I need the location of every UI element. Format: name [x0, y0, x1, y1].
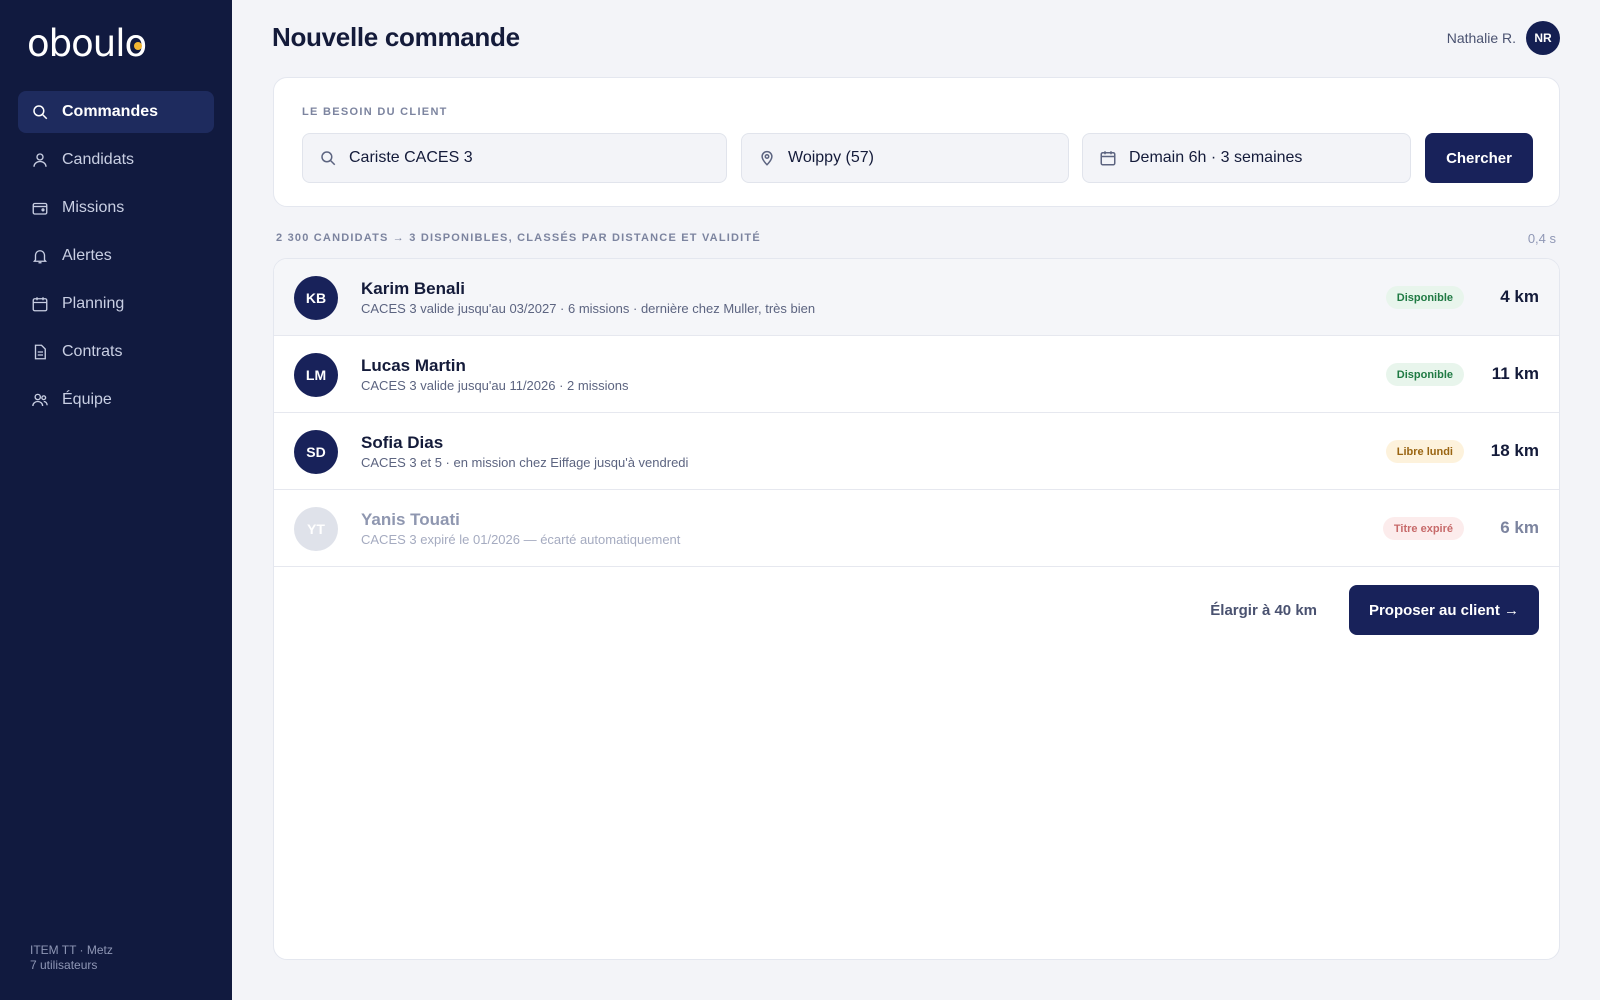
page-title: Nouvelle commande	[272, 22, 520, 52]
candidate-row[interactable]: YT Yanis Touati CACES 3 expiré le 01/202…	[274, 490, 1559, 567]
results-summary: 2 300 CANDIDATS → 3 DISPONIBLES, CLASSÉS…	[276, 232, 761, 244]
sidebar-item-label: Planning	[62, 295, 125, 312]
candidate-distance: 6 km	[1500, 518, 1539, 537]
wallet-icon	[31, 199, 49, 217]
calendar-icon	[31, 295, 49, 313]
sidebar-item-commandes[interactable]: Commandes	[18, 91, 214, 133]
sidebar-item-label: Commandes	[62, 103, 159, 120]
job-search-field[interactable]: Cariste CACES 3	[302, 133, 727, 183]
avatar[interactable]: NR	[1526, 21, 1560, 55]
candidate-detail: CACES 3 valide jusqu'au 03/2027 · 6 miss…	[361, 301, 816, 316]
search-icon	[31, 103, 49, 121]
sidebar-item-alertes[interactable]: Alertes	[18, 235, 214, 277]
sidebar-item-candidats[interactable]: Candidats	[18, 139, 214, 181]
user-count: 7 utilisateurs	[30, 958, 98, 972]
sidebar-item-label: Candidats	[62, 151, 135, 168]
calendar-icon	[1099, 148, 1119, 168]
candidate-detail: CACES 3 et 5 · en mission chez Eiffage j…	[361, 455, 689, 470]
bell-icon	[31, 247, 49, 265]
candidate-detail: CACES 3 expiré le 01/2026 — écarté autom…	[361, 532, 681, 547]
schedule-value[interactable]: Demain 6h · 3 semaines	[1129, 149, 1302, 167]
status-badge: Libre lundi	[1385, 440, 1464, 463]
brand-logo[interactable]: oboulo	[27, 22, 154, 65]
propose-to-client-button[interactable]: Proposer au client →	[1349, 585, 1539, 635]
status-badge: Disponible	[1385, 286, 1464, 309]
search-panel-label: LE BESOIN DU CLIENT	[302, 106, 448, 118]
sidebar-item-label: Contrats	[62, 343, 123, 360]
agency-name: ITEM TT · Metz	[30, 943, 113, 957]
sidebar-item-label: Alertes	[62, 247, 112, 264]
candidate-row[interactable]: KB Karim Benali CACES 3 valide jusqu'au …	[274, 259, 1559, 336]
agency-info: ITEM TT · Metz 7 utilisateurs	[30, 943, 113, 973]
candidate-avatar: LM	[294, 353, 338, 397]
candidate-distance: 18 km	[1490, 441, 1539, 460]
candidate-name[interactable]: Karim Benali	[361, 279, 465, 299]
location-pin-icon	[758, 148, 778, 168]
person-icon	[31, 151, 49, 169]
candidate-name[interactable]: Lucas Martin	[361, 356, 466, 376]
widen-radius-button[interactable]: Élargir à 40 km	[1210, 602, 1317, 619]
results-list: KB Karim Benali CACES 3 valide jusqu'au …	[273, 258, 1560, 960]
document-icon	[31, 343, 49, 361]
user-menu[interactable]: Nathalie R. NR	[1447, 21, 1560, 55]
location-field[interactable]: Woippy (57)	[741, 133, 1069, 183]
job-search-value[interactable]: Cariste CACES 3	[349, 149, 473, 167]
sidebar-item-missions[interactable]: Missions	[18, 187, 214, 229]
candidate-name[interactable]: Yanis Touati	[361, 510, 460, 530]
location-value[interactable]: Woippy (57)	[788, 149, 874, 167]
sidebar-item-label: Équipe	[62, 391, 112, 408]
sidebar-item-label: Missions	[62, 199, 125, 216]
search-panel: LE BESOIN DU CLIENT Cariste CACES 3 Woip…	[273, 77, 1560, 207]
sidebar-item-planning[interactable]: Planning	[18, 283, 214, 325]
candidate-name[interactable]: Sofia Dias	[361, 433, 443, 453]
search-icon	[319, 148, 339, 168]
search-button[interactable]: Chercher	[1425, 133, 1533, 183]
candidate-avatar: KB	[294, 276, 338, 320]
schedule-field[interactable]: Demain 6h · 3 semaines	[1082, 133, 1411, 183]
sidebar-item-equipe[interactable]: Équipe	[18, 379, 214, 421]
candidate-row[interactable]: SD Sofia Dias CACES 3 et 5 · en mission …	[274, 413, 1559, 490]
candidate-distance: 4 km	[1500, 287, 1539, 306]
user-name: Nathalie R.	[1446, 30, 1516, 46]
results-time: 0,4 s	[1527, 231, 1556, 246]
main-nav: Commandes Candidats Missions Alertes Pla…	[18, 91, 214, 427]
status-badge: Titre expiré	[1382, 517, 1464, 540]
candidate-distance: 11 km	[1491, 364, 1539, 383]
candidate-row[interactable]: LM Lucas Martin CACES 3 valide jusqu'au …	[274, 336, 1559, 413]
candidate-avatar: SD	[294, 430, 338, 474]
candidate-detail: CACES 3 valide jusqu'au 11/2026 · 2 miss…	[361, 378, 629, 393]
results-actions: Élargir à 40 km Proposer au client →	[1210, 585, 1539, 635]
sidebar: oboulo Commandes Candidats Missions Aler…	[0, 0, 232, 1000]
status-badge: Disponible	[1385, 363, 1464, 386]
sidebar-item-contrats[interactable]: Contrats	[18, 331, 214, 373]
team-icon	[31, 391, 49, 409]
candidate-avatar: YT	[294, 507, 338, 551]
